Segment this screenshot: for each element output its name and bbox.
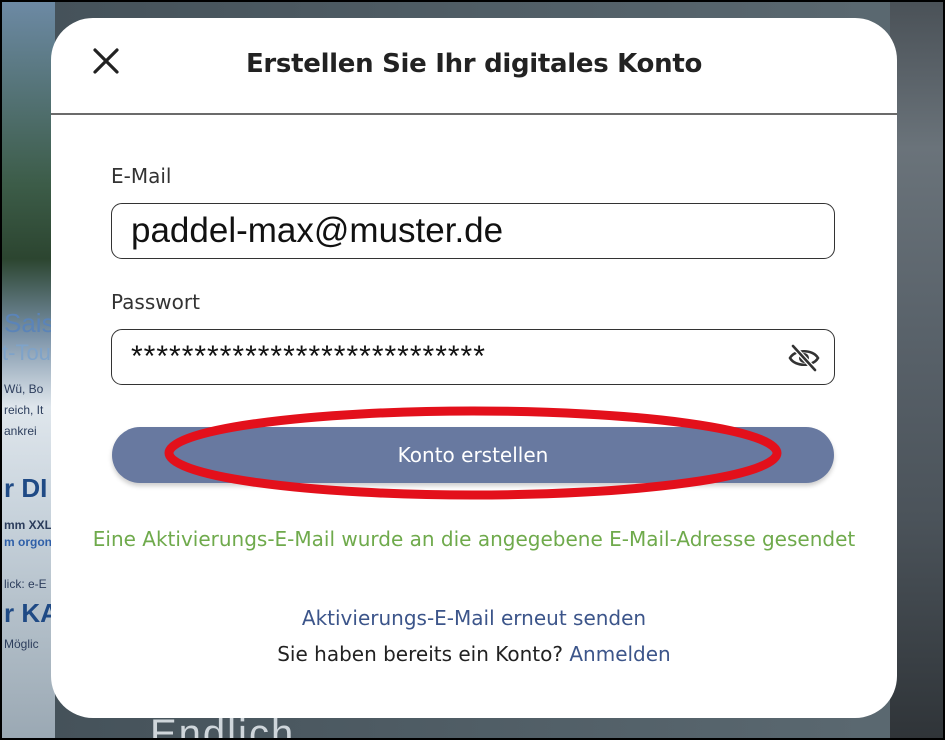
existing-account-line: Sie haben bereits ein Konto? Anmelden: [51, 642, 897, 666]
dialog-header: Erstellen Sie Ihr digitales Konto: [51, 18, 897, 115]
email-value: paddel-max@muster.de: [131, 211, 504, 250]
email-label: E-Mail: [111, 164, 172, 188]
email-field[interactable]: paddel-max@muster.de: [111, 203, 835, 259]
background-text: ankrei: [4, 424, 37, 438]
password-visibility-toggle[interactable]: [788, 343, 820, 373]
activation-sent-message: Eine Aktivierungs-E-Mail wurde an die an…: [92, 527, 856, 551]
password-field[interactable]: ****************************: [111, 329, 835, 385]
existing-account-text: Sie haben bereits ein Konto?: [277, 642, 563, 666]
resend-activation-label: Aktivierungs-E-Mail erneut senden: [301, 606, 647, 630]
background-text: mm XXL: [4, 518, 53, 532]
background-text: m orgon: [4, 535, 52, 549]
create-account-button-label: Konto erstellen: [397, 443, 549, 467]
background-text: Wü, Bo: [4, 382, 44, 396]
background-text: t-Tou: [2, 340, 51, 365]
create-account-button[interactable]: Konto erstellen: [112, 427, 834, 483]
background-text: lick: e-E: [4, 577, 47, 591]
password-label: Passwort: [111, 290, 200, 314]
password-value: ****************************: [131, 340, 486, 373]
background-left-strip: [0, 0, 55, 740]
background-text: Sais: [4, 308, 55, 338]
background-text: reich, It: [4, 403, 44, 417]
resend-activation-link[interactable]: Aktivierungs-E-Mail erneut senden: [51, 606, 897, 630]
background-right-strip: [890, 0, 945, 740]
create-account-dialog: Erstellen Sie Ihr digitales Konto E-Mail…: [51, 18, 897, 718]
login-link[interactable]: Anmelden: [569, 642, 670, 666]
background-text: Möglic: [4, 637, 39, 651]
background-text: r DI: [4, 473, 48, 503]
dialog-title: Erstellen Sie Ihr digitales Konto: [245, 49, 703, 79]
eye-slash-icon: [788, 344, 820, 372]
